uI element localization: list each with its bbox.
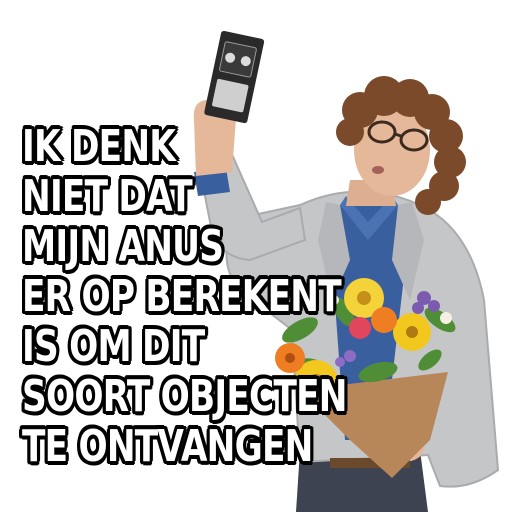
mouth xyxy=(372,166,384,174)
gerbera-yellow-3 xyxy=(393,313,431,351)
caption-line: IK DENK xyxy=(22,121,176,172)
flower-orange-2 xyxy=(371,307,397,333)
caption-line: SOORT OBJECTEN xyxy=(22,371,347,422)
vhs-cassette-icon xyxy=(204,30,265,124)
caption-line: MIJN ANUS xyxy=(22,221,224,272)
caption-line: IS OM DIT xyxy=(22,321,205,372)
caption-line: TE ONTVANGEN xyxy=(22,421,313,472)
caption-line: NIET DAT xyxy=(22,171,193,222)
caption-line: ER OP BEREKENT xyxy=(22,271,342,322)
flower-pink xyxy=(349,317,371,339)
meme-caption: IK DENK NIET DAT MIJN ANUS ER OP BEREKEN… xyxy=(22,122,352,472)
